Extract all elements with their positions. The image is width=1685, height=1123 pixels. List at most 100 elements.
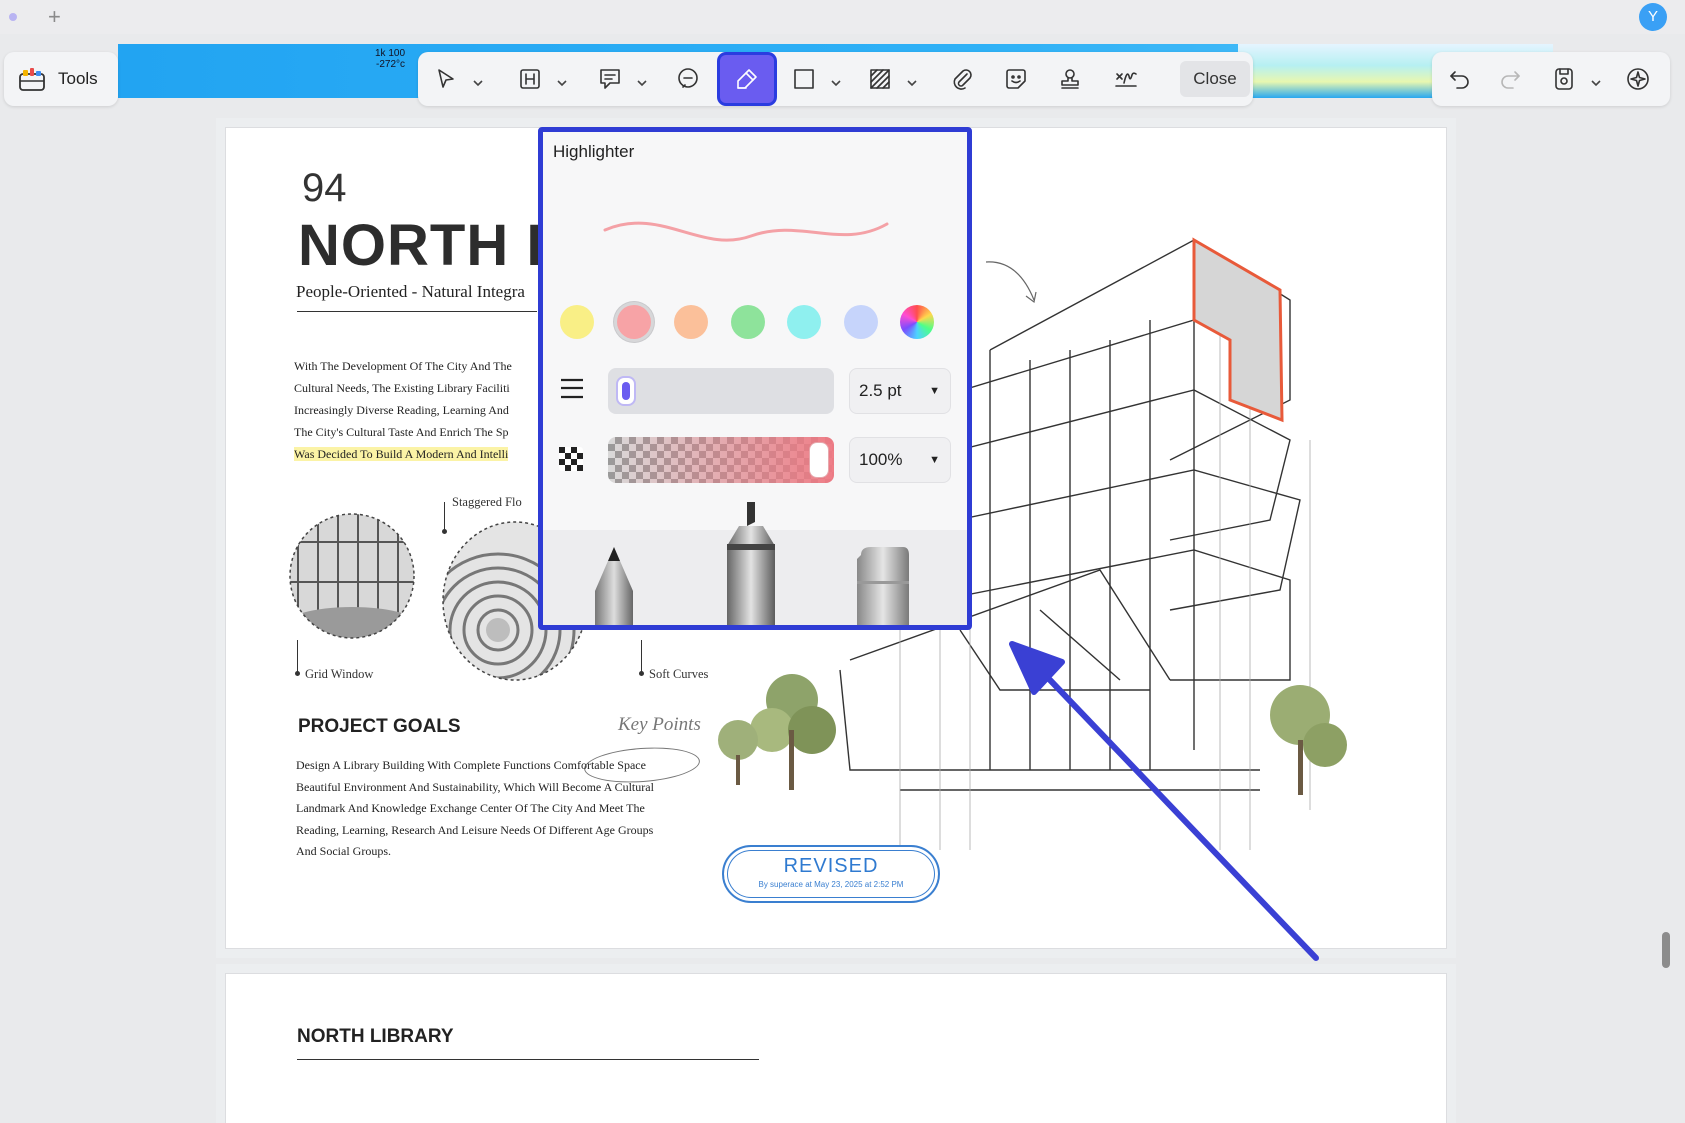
- rectangle-tool-button[interactable]: [786, 61, 822, 97]
- popover-title: Highlighter: [553, 142, 635, 161]
- highlighted-text[interactable]: Was Decided To Build A Modern And Intell…: [294, 447, 509, 461]
- redo-button[interactable]: [1492, 61, 1528, 97]
- undo-button[interactable]: [1442, 61, 1478, 97]
- caption-pin: [295, 640, 300, 676]
- opacity-select[interactable]: 100% ▼: [849, 437, 951, 483]
- caption-pin: [442, 502, 447, 534]
- chevron-down-icon: [907, 80, 917, 87]
- rectangle-icon: [794, 69, 814, 89]
- partly-highlighted-line: The City's Cultural Taste And Enrich The…: [294, 425, 509, 439]
- undo-icon: [1450, 71, 1469, 89]
- color-swatch-orange[interactable]: [674, 305, 708, 339]
- highlighter-icon: [737, 69, 757, 89]
- document-page-2: [226, 974, 1446, 1123]
- comment-tool-button[interactable]: [592, 61, 628, 97]
- document-title: NORTH I: [298, 213, 544, 278]
- stroke-size-select[interactable]: 2.5 pt ▼: [849, 368, 951, 414]
- banner-annotation: 1k 100 -272°c: [375, 48, 406, 70]
- text-box-dropdown[interactable]: [556, 75, 568, 87]
- close-annotation-button[interactable]: Close: [1180, 61, 1250, 97]
- handwritten-key-points-note[interactable]: Key Points: [618, 714, 701, 736]
- toolbox-icon: [19, 68, 45, 91]
- new-tab-button[interactable]: +: [48, 4, 61, 30]
- chevron-down-icon: [557, 80, 567, 87]
- line-weight-icon: [561, 378, 583, 399]
- subtitle-divider: [297, 311, 537, 312]
- save-button[interactable]: [1546, 61, 1582, 97]
- color-swatch-pink[interactable]: [617, 305, 651, 339]
- comment-dropdown[interactable]: [636, 75, 648, 87]
- user-avatar[interactable]: Y: [1639, 3, 1667, 31]
- stamp-subtitle: By superace at May 23, 2025 at 2:52 PM: [758, 880, 904, 889]
- sticker-tool-button[interactable]: [998, 61, 1034, 97]
- text-box-tool-button[interactable]: [512, 61, 548, 97]
- pen-type-tray: [543, 502, 967, 630]
- note-tool-button[interactable]: [670, 61, 706, 97]
- redo-icon: [1501, 71, 1520, 89]
- chevron-down-icon: [637, 80, 647, 87]
- sticker-icon: [1006, 69, 1026, 89]
- speech-bubble-icon: [678, 68, 698, 88]
- highlighter-settings-popover: Highlighter 2.5 pt ▼ 100% ▼: [538, 127, 972, 630]
- grid-window-photo: [289, 513, 415, 639]
- caption-pin: [639, 640, 644, 676]
- chevron-down-icon: [473, 80, 483, 87]
- annotation-toolbar: Close: [418, 52, 1253, 106]
- ai-assistant-button[interactable]: [1620, 61, 1656, 97]
- paperclip-icon: [953, 69, 972, 90]
- history-toolbar: [1432, 52, 1670, 106]
- tools-button[interactable]: Tools: [4, 52, 118, 106]
- ai-sparkle-icon: [1627, 68, 1649, 90]
- color-swatch-green[interactable]: [731, 305, 765, 339]
- area-fill-dropdown[interactable]: [906, 75, 918, 87]
- vertical-scrollbar[interactable]: [1662, 932, 1670, 968]
- opacity-thumb[interactable]: [810, 443, 828, 477]
- page-2-heading-rule: [297, 1059, 759, 1060]
- tab-indicator-dot[interactable]: [9, 13, 17, 21]
- save-dropdown[interactable]: [1590, 75, 1602, 87]
- tab-bar: [0, 0, 1685, 34]
- select-tool-button[interactable]: [428, 61, 464, 97]
- opacity-icon: [559, 447, 583, 471]
- highlighter-marker-icon[interactable]: [725, 500, 777, 630]
- stamp-icon: [1061, 69, 1079, 89]
- area-fill-tool-button[interactable]: [862, 61, 898, 97]
- hatched-area-icon: [870, 69, 890, 89]
- chevron-down-icon: [1591, 80, 1601, 87]
- color-swatch-blue[interactable]: [844, 305, 878, 339]
- select-tool-dropdown[interactable]: [472, 75, 484, 87]
- project-goals-heading: PROJECT GOALS: [298, 716, 461, 737]
- rectangle-dropdown[interactable]: [830, 75, 842, 87]
- opacity-slider[interactable]: [608, 437, 834, 483]
- custom-color-picker[interactable]: [900, 305, 934, 339]
- signature-icon: [1115, 72, 1137, 87]
- stamp-title: REVISED: [783, 855, 879, 877]
- page-number-label: 94: [302, 166, 347, 210]
- page-2-heading: NORTH LIBRARY: [297, 1026, 454, 1047]
- chevron-down-icon: [831, 80, 841, 87]
- signature-tool-button[interactable]: [1108, 61, 1144, 97]
- color-swatch-yellow[interactable]: [560, 305, 594, 339]
- save-icon: [1555, 68, 1573, 90]
- attachment-tool-button[interactable]: [944, 61, 980, 97]
- caption-staggered-floors: Staggered Flo: [452, 495, 522, 509]
- highlighter-tool-button[interactable]: [720, 55, 774, 103]
- chevron-down-icon: ▼: [929, 454, 940, 466]
- document-subtitle: People-Oriented - Natural Integra: [296, 282, 525, 301]
- stroke-size-slider[interactable]: [608, 368, 834, 414]
- comment-icon: [600, 69, 620, 89]
- revised-stamp-annotation[interactable]: REVISED By superace at May 23, 2025 at 2…: [722, 845, 940, 903]
- stroke-preview: [603, 221, 889, 242]
- project-goals-paragraph: Design A Library Building With Complete …: [296, 758, 654, 858]
- tools-label: Tools: [58, 69, 98, 88]
- color-swatch-cyan[interactable]: [787, 305, 821, 339]
- chevron-down-icon: ▼: [929, 385, 940, 397]
- intro-paragraph: With The Development Of The City And The…: [294, 355, 534, 465]
- stroke-size-thumb[interactable]: [616, 376, 636, 406]
- text-box-icon: [520, 69, 540, 89]
- stamp-tool-button[interactable]: [1052, 61, 1088, 97]
- eraser-tool-icon[interactable]: [855, 545, 911, 630]
- caption-grid-window: Grid Window: [305, 667, 374, 681]
- pencil-tool-icon[interactable]: [593, 545, 635, 630]
- cursor-icon: [438, 69, 454, 88]
